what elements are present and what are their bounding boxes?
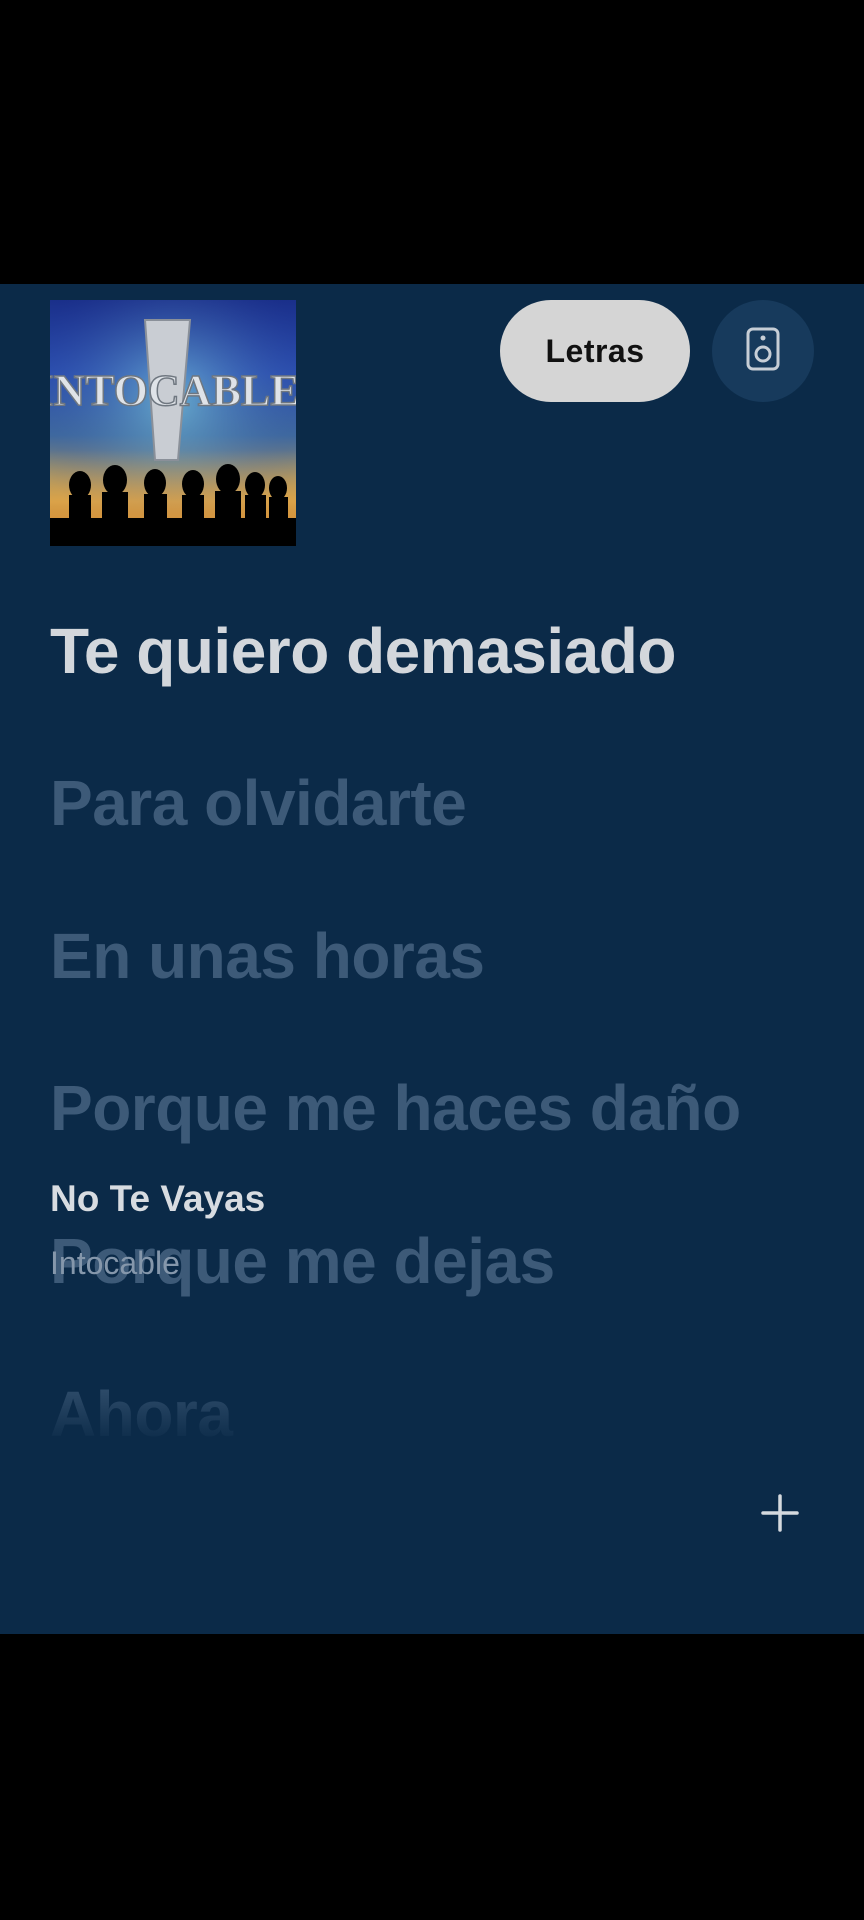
album-logo-text: INTOCABLE	[50, 366, 296, 415]
track-title: No Te Vayas	[50, 1178, 266, 1219]
lyric-line[interactable]: Porque me haces daño	[50, 1071, 741, 1145]
speaker-icon	[746, 327, 780, 376]
lyrics-panel: INTOCABLE Letras Te quiero demasiado Par…	[0, 284, 864, 1634]
track-artist: Intocable	[50, 1245, 180, 1281]
add-to-library-button[interactable]	[750, 1485, 810, 1545]
lyric-line[interactable]: Para olvidarte	[50, 766, 467, 840]
album-art-image: INTOCABLE	[50, 300, 296, 546]
screen: INTOCABLE Letras Te quiero demasiado Par…	[0, 0, 864, 1920]
lyric-line[interactable]: En unas horas	[50, 919, 485, 993]
lyric-line-active[interactable]: Te quiero demasiado	[50, 614, 676, 688]
lyric-line[interactable]: Ahora	[50, 1377, 233, 1451]
speaker-device-button[interactable]	[712, 300, 814, 402]
plus-icon	[760, 1493, 800, 1538]
album-art: INTOCABLE	[50, 300, 296, 546]
lyrics-chip[interactable]: Letras	[500, 300, 690, 402]
